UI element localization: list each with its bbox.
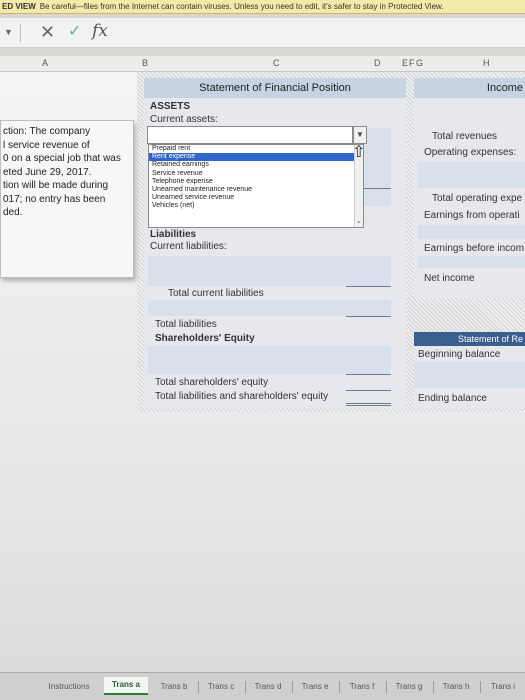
retained-earnings-header: Statement of Re [414, 332, 525, 346]
income-tax-input[interactable] [418, 256, 525, 268]
enter-icon[interactable]: ✓ [68, 22, 81, 42]
formula-bar-divider [20, 24, 21, 42]
account-dropdown-cell[interactable] [147, 126, 353, 144]
dropdown-option[interactable]: Vehicles (net) [149, 202, 363, 210]
current-liabilities-underline [346, 286, 391, 287]
current-assets-label: Current assets: [150, 114, 218, 125]
sheet-tabs-bar: Instructions Trans a Trans b Trans c Tra… [0, 672, 525, 700]
sheet-tab-trans-f[interactable]: Trans f [344, 679, 380, 695]
earnings-before-income-label: Earnings before incom [424, 243, 525, 254]
other-items-input[interactable] [418, 225, 525, 239]
total-operating-expenses-label: Total operating expe [432, 193, 523, 204]
liabilities-label: Liabilities [150, 229, 197, 240]
current-liabilities-label: Current liabilities: [150, 241, 227, 252]
insert-function-icon[interactable]: fx [92, 21, 108, 41]
amount-underline [364, 188, 391, 189]
retained-earnings-input[interactable] [414, 362, 525, 388]
retained-earnings-panel: Statement of Re [414, 332, 525, 346]
final-total-underline [346, 390, 391, 391]
scroll-down-icon[interactable]: ⌄ [356, 217, 362, 225]
dropdown-option[interactable]: Unearned maintenance revenue [149, 186, 363, 194]
operating-expenses-input[interactable] [418, 162, 525, 188]
sheet-tab-trans-c[interactable]: Trans c [203, 679, 239, 695]
mouse-cursor-icon: ⇧ [352, 144, 366, 161]
dropdown-option[interactable]: Unearned service revenue [149, 194, 363, 202]
cell-comment: ction: The company l service revenue of … [0, 120, 134, 278]
total-shareholders-equity-label: Total shareholders' equity [155, 377, 269, 388]
assets-label: ASSETS [150, 101, 191, 112]
protected-view-title: ED VIEW [2, 2, 36, 11]
dropdown-option[interactable]: Prepaid rent [149, 145, 363, 153]
sheet-tab-instructions[interactable]: Instructions [40, 679, 98, 695]
current-liabilities-input[interactable] [148, 256, 391, 286]
net-income-label: Net income [424, 273, 475, 284]
sheet-tab-trans-h[interactable]: Trans h [438, 679, 474, 695]
total-revenues-label: Total revenues [432, 131, 498, 142]
earnings-from-operations-label: Earnings from operati [424, 210, 520, 221]
total-liabilities-and-equity-label: Total liabilities and shareholders' equi… [155, 391, 329, 402]
dropdown-option[interactable]: Service revenue [149, 170, 363, 178]
income-statement-header: Income [414, 78, 525, 98]
sheet-tab-trans-g[interactable]: Trans g [391, 679, 427, 695]
dropdown-option-selected[interactable]: Rent expense [149, 153, 363, 162]
formula-bar: ▼ ✕ ✓ fx [0, 18, 525, 48]
equity-underline [346, 374, 391, 375]
dropdown-option[interactable]: Telephone expense [149, 178, 363, 186]
total-liabilities-underline [346, 316, 391, 317]
column-header-e[interactable]: E [402, 58, 408, 68]
cancel-icon[interactable]: ✕ [40, 22, 55, 42]
column-header-c[interactable]: C [273, 58, 280, 68]
beginning-balance-label: Beginning balance [418, 349, 501, 360]
ending-balance-label: Ending balance [418, 393, 487, 404]
column-header-f[interactable]: F [409, 58, 415, 68]
sheet-tab-trans-b[interactable]: Trans b [156, 679, 192, 695]
amount-input-column[interactable] [364, 128, 391, 206]
dropdown-option[interactable]: Retained earnings [149, 161, 363, 169]
column-header-h[interactable]: H [483, 58, 490, 68]
double-underline-2 [346, 405, 391, 406]
sheet-tab-trans-d[interactable]: Trans d [250, 679, 286, 695]
protected-view-bar: ED VIEW Be careful—files from the Interne… [0, 0, 525, 14]
equity-input[interactable] [148, 346, 391, 374]
column-headers: A B C D E F G H [0, 56, 525, 72]
total-liabilities-label: Total liabilities [155, 319, 217, 330]
section-divider [408, 298, 525, 332]
operating-expenses-label: Operating expenses: [424, 147, 517, 158]
shareholders-equity-label: Shareholders' Equity [155, 333, 255, 344]
protected-view-message: Be careful—files from the Internet can c… [39, 2, 444, 11]
liabilities-input[interactable] [148, 300, 391, 316]
namebox-dropdown-icon[interactable]: ▼ [4, 27, 13, 37]
column-header-d[interactable]: D [374, 58, 381, 68]
column-header-b[interactable]: B [142, 58, 148, 68]
sheet-tab-trans-i[interactable]: Trans i [485, 679, 521, 695]
sheet-tab-trans-a[interactable]: Trans a [104, 677, 148, 695]
column-header-a[interactable]: A [42, 58, 48, 68]
balance-sheet-header: Statement of Financial Position [144, 78, 406, 98]
column-header-g[interactable]: G [416, 58, 423, 68]
double-underline-1 [346, 403, 391, 404]
sheet-tab-trans-e[interactable]: Trans e [297, 679, 333, 695]
total-current-liabilities-label: Total current liabilities [168, 288, 264, 299]
account-dropdown-list[interactable]: Prepaid rent Rent expense Retained earni… [148, 144, 364, 228]
